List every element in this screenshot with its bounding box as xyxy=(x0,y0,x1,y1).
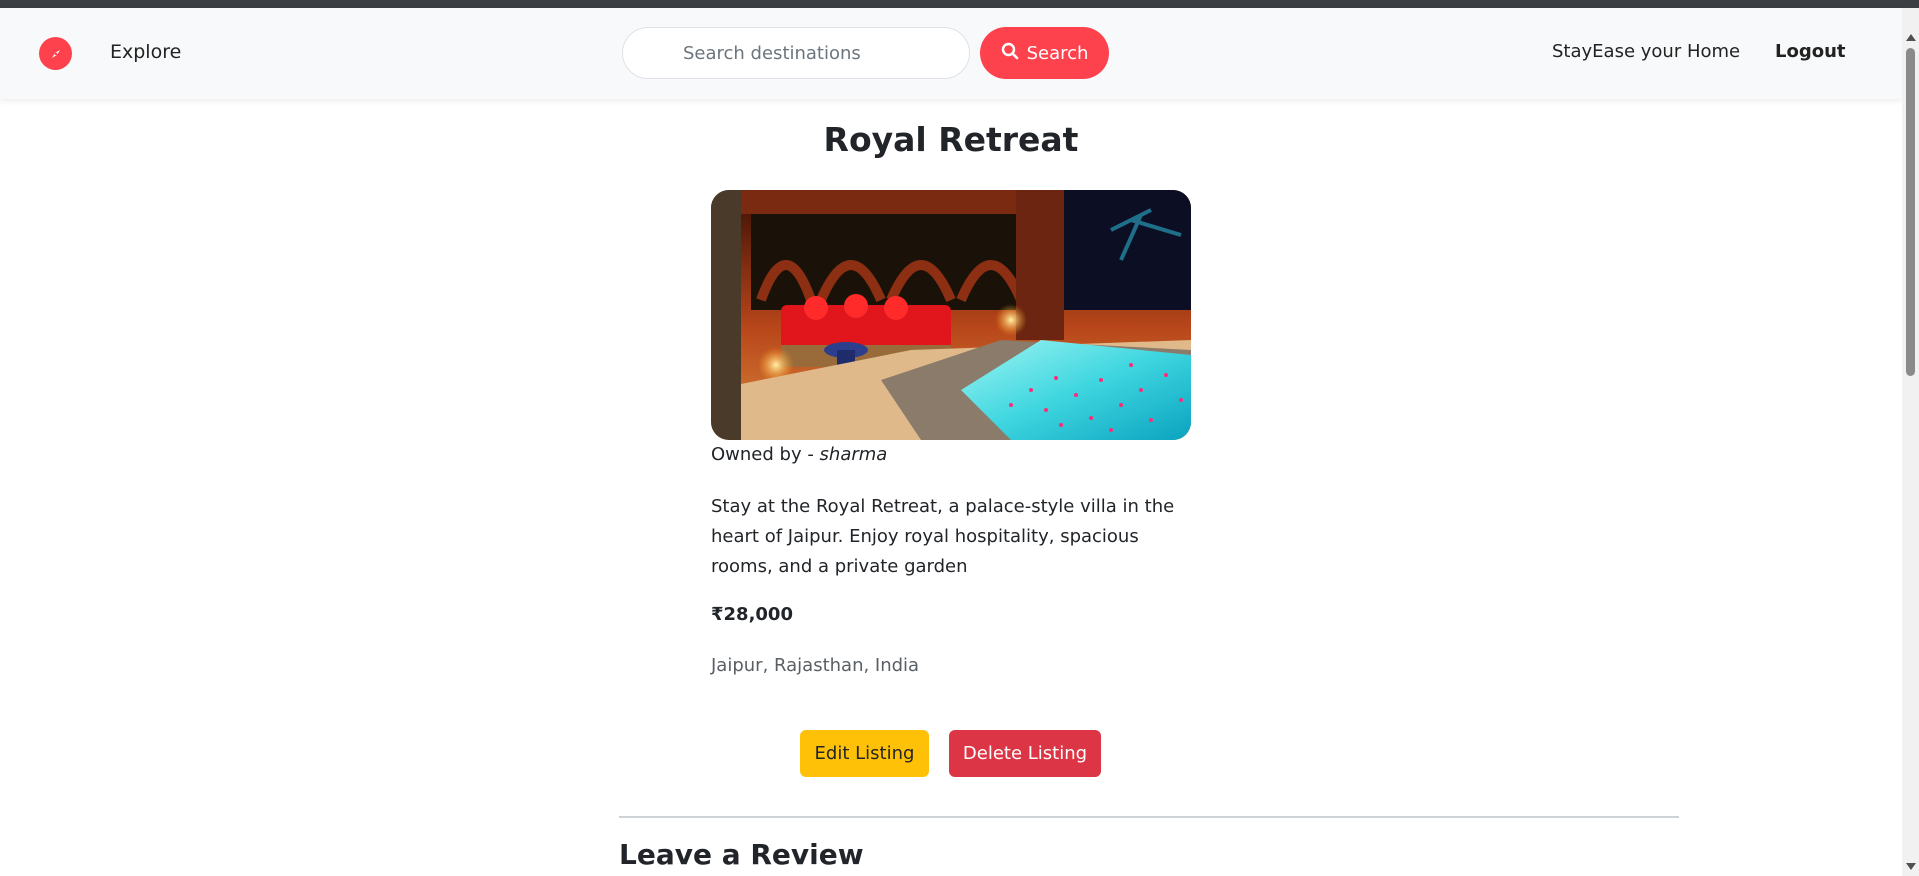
nav-logout-link[interactable]: Logout xyxy=(1775,41,1846,62)
search-icon xyxy=(1001,42,1019,65)
owner-name: sharma xyxy=(819,444,888,465)
scroll-up-arrow-icon[interactable] xyxy=(1906,34,1916,41)
review-heading: Leave a Review xyxy=(619,838,864,871)
listing-image xyxy=(711,190,1191,440)
search-button[interactable]: Search xyxy=(980,27,1109,79)
section-divider xyxy=(619,816,1679,818)
search-input[interactable] xyxy=(622,27,970,79)
scrollbar-thumb[interactable] xyxy=(1906,48,1915,376)
scroll-down-arrow-icon[interactable] xyxy=(1906,863,1916,870)
search-button-label: Search xyxy=(1026,42,1089,64)
browser-top-strip xyxy=(0,0,1919,8)
owner-prefix: Owned by - xyxy=(711,444,820,465)
delete-listing-button[interactable]: Delete Listing xyxy=(949,730,1101,777)
edit-listing-button[interactable]: Edit Listing xyxy=(800,730,929,777)
listing-title: Royal Retreat xyxy=(823,120,1079,159)
nav-host-link[interactable]: StayEase your Home xyxy=(1552,41,1740,62)
listing-location: Jaipur, Rajasthan, India xyxy=(711,655,920,676)
page-scrollbar[interactable] xyxy=(1902,8,1919,876)
navbar: Explore Search StayEase your Home Logout xyxy=(0,8,1902,99)
owner-line: Owned by - sharma xyxy=(711,444,887,465)
listing-price: ₹28,000 xyxy=(711,604,793,625)
listing-description: Stay at the Royal Retreat, a palace-styl… xyxy=(711,496,1175,577)
compass-icon[interactable] xyxy=(39,37,72,70)
nav-explore-link[interactable]: Explore xyxy=(110,41,181,63)
